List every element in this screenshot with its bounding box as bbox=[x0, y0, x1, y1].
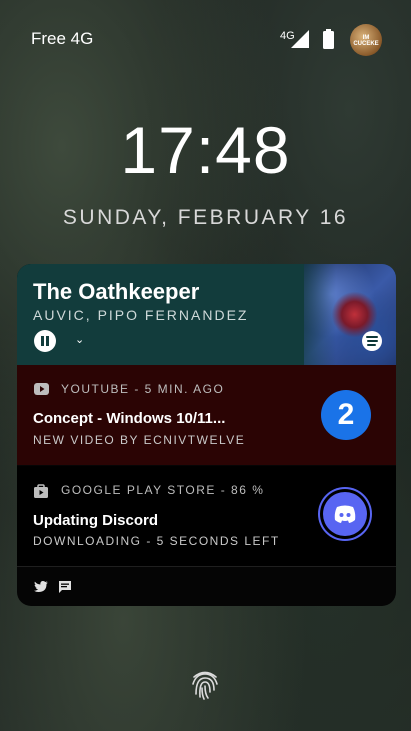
song-artist: AUVIC, PIPO FERNANDEZ bbox=[33, 307, 249, 323]
carrier-label: Free 4G bbox=[31, 29, 94, 48]
media-notification[interactable]: The Oathkeeper AUVIC, PIPO FERNANDEZ ⌄ bbox=[17, 264, 396, 365]
notification-subtitle: DOWNLOADING - 5 SECONDS LEFT bbox=[33, 534, 280, 548]
avatar-text: IM CUCEKE bbox=[353, 35, 379, 47]
message-icon[interactable] bbox=[58, 580, 72, 594]
divider bbox=[17, 566, 396, 567]
song-title: The Oathkeeper bbox=[33, 279, 200, 304]
expand-icon[interactable]: ⌄ bbox=[75, 333, 84, 346]
lock-clock: 17:48 bbox=[120, 113, 291, 187]
fingerprint-icon[interactable] bbox=[190, 668, 220, 700]
youtube-notification[interactable]: YOUTUBE - 5 MIN. AGO Concept - Windows 1… bbox=[17, 365, 396, 465]
spotify-icon bbox=[362, 331, 382, 351]
channel-avatar: 2 bbox=[321, 390, 371, 440]
pause-icon[interactable] bbox=[34, 330, 56, 352]
signal-icon bbox=[291, 30, 309, 48]
discord-icon bbox=[323, 492, 367, 536]
notification-header: GOOGLE PLAY STORE - 86 % bbox=[61, 483, 265, 497]
notification-title: Concept - Windows 10/11... bbox=[33, 410, 226, 427]
notification-header: YOUTUBE - 5 MIN. AGO bbox=[61, 382, 225, 396]
avatar[interactable]: IM CUCEKE bbox=[350, 24, 382, 56]
youtube-icon bbox=[34, 383, 49, 395]
notification-title: Updating Discord bbox=[33, 512, 159, 529]
notification-subtitle: NEW VIDEO BY ECNIVTWELVE bbox=[33, 433, 246, 447]
twitter-icon[interactable] bbox=[34, 581, 48, 593]
notification-panel: The Oathkeeper AUVIC, PIPO FERNANDEZ ⌄ Y… bbox=[17, 264, 396, 606]
status-bar: Free 4G 4G IM CUCEKE bbox=[0, 0, 411, 78]
battery-icon bbox=[323, 29, 334, 49]
play-store-icon bbox=[34, 484, 48, 498]
lock-date: SUNDAY, FEBRUARY 16 bbox=[62, 206, 349, 229]
play-store-notification[interactable]: GOOGLE PLAY STORE - 86 % Updating Discor… bbox=[17, 466, 396, 566]
